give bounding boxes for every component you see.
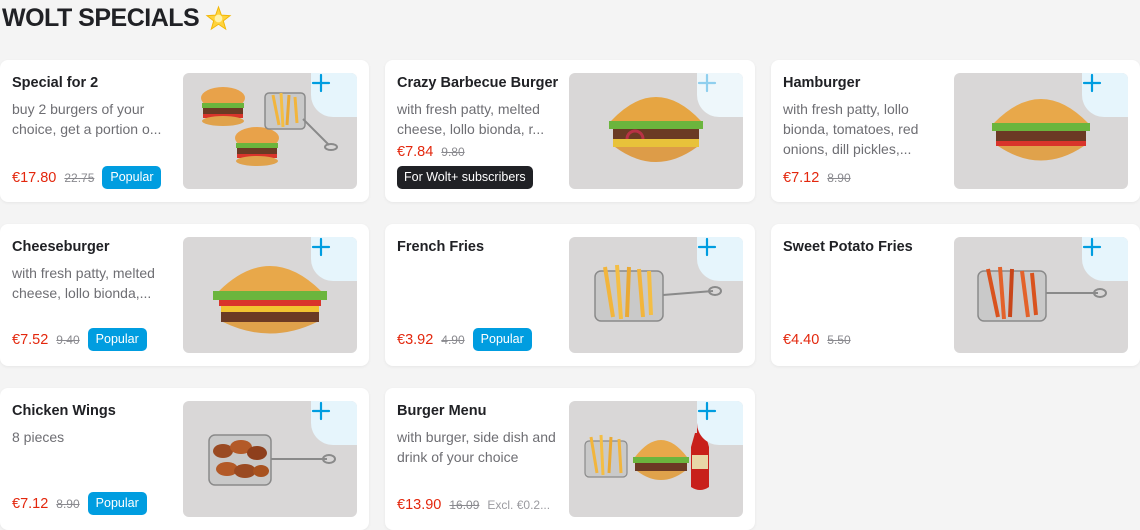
star-icon bbox=[205, 5, 232, 31]
plus-icon bbox=[311, 237, 331, 257]
popular-badge: Popular bbox=[87, 492, 147, 515]
fries-basket-image bbox=[569, 237, 743, 353]
item-price: €3.92 bbox=[397, 331, 434, 348]
item-old-price: 4.90 bbox=[441, 332, 465, 347]
item-description: with fresh patty, melted cheese, lollo b… bbox=[12, 265, 155, 301]
add-to-cart-button[interactable] bbox=[311, 401, 357, 445]
item-info: Chicken Wings 8 pieces bbox=[12, 402, 172, 447]
menu-item-card[interactable]: Cheeseburger with fresh patty, melted ch… bbox=[0, 224, 369, 366]
price-row: €4.40 5.50 bbox=[783, 332, 851, 348]
item-price: €7.84 bbox=[397, 144, 434, 160]
price-row: €17.80 22.75 Popular bbox=[12, 166, 162, 189]
section-title: WOLT SPECIALS bbox=[2, 4, 232, 33]
burger-menu-image bbox=[569, 401, 743, 517]
item-description: 8 pieces bbox=[12, 429, 65, 445]
add-to-cart-button[interactable] bbox=[1082, 237, 1128, 281]
price-row: €7.12 8.90 bbox=[783, 170, 851, 186]
sweet-potato-fries-image bbox=[954, 237, 1128, 353]
menu-item-card[interactable]: French Fries €3.92 4.90 Popular bbox=[385, 224, 755, 366]
plus-icon bbox=[311, 401, 331, 421]
menu-item-card[interactable]: Special for 2 buy 2 burgers of your choi… bbox=[0, 60, 369, 202]
item-old-price: 5.50 bbox=[827, 333, 851, 347]
item-description: buy 2 burgers of your choice, get a port… bbox=[12, 101, 162, 137]
plus-icon bbox=[1082, 237, 1102, 257]
hamburger-image bbox=[954, 73, 1128, 189]
item-old-price: 16.09 bbox=[449, 498, 480, 512]
item-price: €13.90 bbox=[397, 497, 442, 513]
deposit-note: Excl. €0.2... bbox=[487, 498, 551, 512]
menu-item-card[interactable]: Sweet Potato Fries €4.40 5.50 bbox=[771, 224, 1140, 366]
item-old-price: 22.75 bbox=[64, 170, 95, 185]
item-description: with fresh patty, lollo bionda, tomatoes… bbox=[783, 101, 919, 157]
popular-badge: Popular bbox=[102, 166, 162, 189]
item-info: Crazy Barbecue Burger with fresh patty, … bbox=[397, 74, 559, 139]
item-description: with fresh patty, melted cheese, lollo b… bbox=[397, 101, 545, 137]
item-old-price: 8.90 bbox=[827, 171, 851, 185]
item-info: Hamburger with fresh patty, lollo bionda… bbox=[783, 74, 943, 159]
two-burgers-fries-image bbox=[183, 73, 357, 189]
plus-icon bbox=[697, 401, 717, 421]
add-to-cart-button[interactable] bbox=[697, 73, 743, 117]
item-price: €4.40 bbox=[783, 332, 820, 348]
item-name: Hamburger bbox=[783, 75, 861, 91]
item-name: Sweet Potato Fries bbox=[783, 239, 913, 255]
item-info: Special for 2 buy 2 burgers of your choi… bbox=[12, 74, 172, 139]
item-info: French Fries bbox=[397, 238, 557, 256]
item-price: €17.80 bbox=[12, 169, 57, 186]
add-to-cart-button[interactable] bbox=[697, 401, 743, 445]
popular-badge: Popular bbox=[472, 328, 532, 351]
price-row: €7.52 9.40 Popular bbox=[12, 328, 147, 351]
item-price: €7.52 bbox=[12, 331, 49, 348]
plus-icon bbox=[697, 237, 717, 257]
price-row: €13.90 16.09 Excl. €0.2... bbox=[397, 497, 550, 513]
wolt-plus-badge: For Wolt+ subscribers bbox=[397, 166, 533, 189]
cheeseburger-image bbox=[183, 237, 357, 353]
menu-item-card[interactable]: Burger Menu with burger, side dish and d… bbox=[385, 388, 755, 530]
popular-badge: Popular bbox=[87, 328, 147, 351]
menu-item-card[interactable]: Hamburger with fresh patty, lollo bionda… bbox=[771, 60, 1140, 202]
plus-icon bbox=[697, 73, 717, 93]
item-old-price: 9.80 bbox=[441, 145, 465, 159]
add-to-cart-button[interactable] bbox=[311, 237, 357, 281]
add-to-cart-button[interactable] bbox=[697, 237, 743, 281]
price-row: €7.84 9.80 bbox=[397, 144, 465, 160]
plus-icon bbox=[1082, 73, 1102, 93]
chicken-wings-image bbox=[183, 401, 357, 517]
bbq-burger-image bbox=[569, 73, 743, 189]
item-name: French Fries bbox=[397, 239, 485, 255]
section-title-text: WOLT SPECIALS bbox=[2, 4, 200, 32]
item-name: Burger Menu bbox=[397, 403, 487, 419]
price-row: €7.12 8.90 Popular bbox=[12, 492, 147, 515]
add-to-cart-button[interactable] bbox=[1082, 73, 1128, 117]
specials-grid: Special for 2 buy 2 burgers of your choi… bbox=[0, 60, 1140, 530]
item-info: Sweet Potato Fries bbox=[783, 238, 943, 256]
item-price: €7.12 bbox=[12, 495, 49, 512]
item-old-price: 8.90 bbox=[56, 496, 80, 511]
add-to-cart-button[interactable] bbox=[311, 73, 357, 117]
item-name: Cheeseburger bbox=[12, 239, 110, 255]
item-name: Chicken Wings bbox=[12, 403, 116, 419]
item-info: Cheeseburger with fresh patty, melted ch… bbox=[12, 238, 172, 303]
item-price: €7.12 bbox=[783, 170, 820, 186]
plus-icon bbox=[311, 73, 331, 93]
item-name: Special for 2 bbox=[12, 75, 99, 91]
menu-item-card[interactable]: Crazy Barbecue Burger with fresh patty, … bbox=[385, 60, 755, 202]
item-description: with burger, side dish and drink of your… bbox=[397, 429, 556, 465]
price-row: €3.92 4.90 Popular bbox=[397, 328, 532, 351]
item-old-price: 9.40 bbox=[56, 332, 80, 347]
item-name: Crazy Barbecue Burger bbox=[397, 75, 559, 91]
item-info: Burger Menu with burger, side dish and d… bbox=[397, 402, 557, 467]
menu-item-card[interactable]: Chicken Wings 8 pieces €7.12 8.90 Popula… bbox=[0, 388, 369, 530]
